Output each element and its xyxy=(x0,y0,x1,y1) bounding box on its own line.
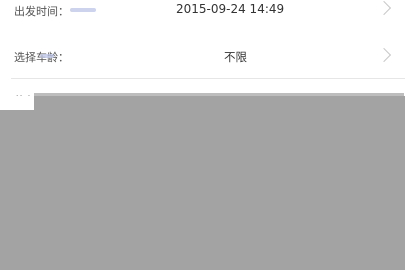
label-smudge xyxy=(70,8,96,12)
chevron-right-icon xyxy=(376,0,392,16)
departure-time-row[interactable]: 出发时间： 2015-09-24 14:49 xyxy=(0,0,405,28)
trip-settings-screen: 出发时间： 2015-09-24 14:49 选择车龄： 不限 总人数 xyxy=(0,0,405,270)
dim-overlay[interactable] xyxy=(0,96,405,270)
vehicle-age-value: 不限 xyxy=(224,50,247,64)
row-divider xyxy=(11,78,405,79)
chevron-right-icon xyxy=(376,47,392,63)
departure-time-label: 出发时间： xyxy=(14,5,69,18)
vehicle-age-row[interactable]: 选择车龄： 不限 xyxy=(0,32,405,78)
departure-time-value: 2015-09-24 14:49 xyxy=(176,2,285,16)
label-smudge xyxy=(40,54,54,58)
overlay-notch xyxy=(0,96,34,110)
